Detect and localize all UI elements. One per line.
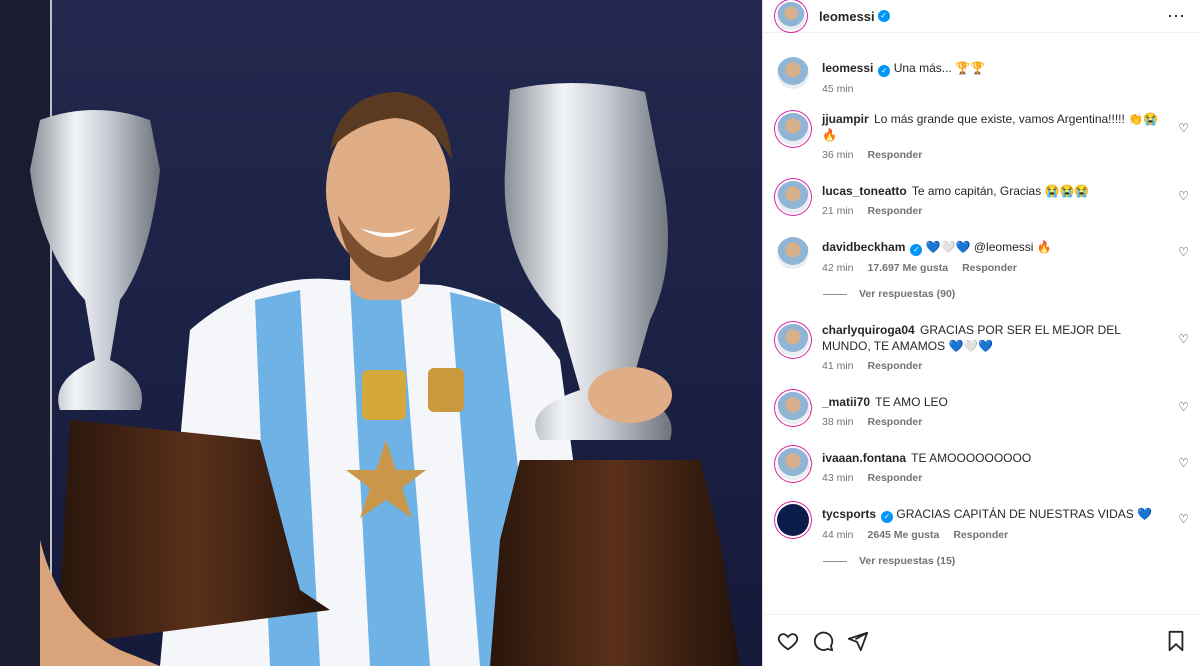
commenter-avatar[interactable] bbox=[777, 113, 809, 145]
author-username[interactable]: leomessi bbox=[819, 9, 875, 24]
post-photo[interactable] bbox=[0, 0, 762, 666]
comment-time: 41 min bbox=[822, 360, 854, 372]
comment-time: 42 min bbox=[822, 262, 854, 274]
verified-icon: ✓ bbox=[881, 511, 894, 523]
comment-time: 44 min bbox=[822, 529, 854, 541]
comment-item: davidbeckham ✓ 💙🤍💙 @leomessi 🔥 42 min 17.6… bbox=[763, 235, 1200, 274]
like-comment-icon[interactable]: ♡ bbox=[1178, 121, 1189, 135]
comment-item: charlyquiroga04 GRACIAS POR SER EL MEJOR… bbox=[763, 322, 1200, 372]
commenter-avatar[interactable] bbox=[777, 181, 809, 213]
reply-button[interactable]: Responder bbox=[868, 360, 923, 372]
verified-icon: ✓ bbox=[877, 10, 890, 22]
caption-time: 45 min bbox=[822, 83, 854, 95]
comment-item: lucas_toneatto Te amo capitán, Gracias 😭… bbox=[763, 179, 1200, 217]
like-comment-icon[interactable]: ♡ bbox=[1178, 189, 1189, 203]
comment-text: TE AMOOOOOOOOO bbox=[911, 451, 1032, 465]
comment-username[interactable]: davidbeckham bbox=[822, 240, 905, 254]
comment-username[interactable]: jjuampir bbox=[822, 112, 869, 126]
comment-text: 💙🤍💙 @leomessi 🔥 bbox=[925, 240, 1052, 254]
comment-likes[interactable]: 17.697 Me gusta bbox=[868, 262, 949, 274]
comment-username[interactable]: charlyquiroga04 bbox=[822, 323, 915, 337]
comment-time: 43 min bbox=[822, 472, 854, 484]
comment-item: jjuampir Lo más grande que existe, vamos… bbox=[763, 111, 1200, 161]
comment-item: _matii70 TE AMO LEO 38 min Responder ♡ bbox=[763, 390, 1200, 428]
caption-avatar[interactable] bbox=[777, 57, 809, 89]
photo-illustration bbox=[30, 82, 740, 666]
comment-item: tycsports ✓ GRACIAS CAPITÁN DE NUESTRAS V… bbox=[763, 502, 1200, 541]
like-comment-icon[interactable]: ♡ bbox=[1178, 456, 1189, 470]
comment-username[interactable]: lucas_toneatto bbox=[822, 184, 907, 198]
view-replies-button[interactable]: Ver respuestas (90) bbox=[823, 288, 1200, 300]
post-actions-bar bbox=[763, 614, 1200, 666]
comment-time: 21 min bbox=[822, 205, 854, 217]
comment-username[interactable]: tycsports bbox=[822, 507, 876, 521]
like-comment-icon[interactable]: ♡ bbox=[1178, 245, 1189, 259]
comment-item: ivaaan.fontana TE AMOOOOOOOOO 43 min Resp… bbox=[763, 446, 1200, 484]
verified-icon: ✓ bbox=[910, 244, 923, 256]
comment-text: GRACIAS CAPITÁN DE NUESTRAS VIDAS 💙 bbox=[896, 507, 1153, 521]
more-options-icon[interactable]: ⋯ bbox=[1167, 6, 1186, 27]
author-avatar[interactable] bbox=[777, 2, 805, 30]
caption-username[interactable]: leomessi bbox=[822, 61, 873, 75]
view-replies-label: Ver respuestas (15) bbox=[859, 555, 956, 567]
caption-text: Una más... 🏆🏆 bbox=[893, 61, 985, 75]
verified-icon: ✓ bbox=[878, 65, 891, 77]
reply-button[interactable]: Responder bbox=[868, 472, 923, 484]
commenter-avatar[interactable] bbox=[777, 504, 809, 536]
reply-button[interactable]: Responder bbox=[868, 416, 923, 428]
like-comment-icon[interactable]: ♡ bbox=[1178, 512, 1189, 526]
comment-time: 36 min bbox=[822, 149, 854, 161]
like-comment-icon[interactable]: ♡ bbox=[1178, 332, 1189, 346]
commenter-avatar[interactable] bbox=[777, 324, 809, 356]
commenter-avatar[interactable] bbox=[777, 392, 809, 424]
post-header: leomessi ✓ ⋯ bbox=[763, 0, 1200, 33]
view-replies-label: Ver respuestas (90) bbox=[859, 288, 956, 300]
comment-time: 38 min bbox=[822, 416, 854, 428]
replies-dash bbox=[823, 293, 847, 295]
post-caption: leomessi ✓ Una más... 🏆🏆 45 min bbox=[763, 55, 1200, 95]
reply-button[interactable]: Responder bbox=[962, 262, 1017, 274]
comment-username[interactable]: ivaaan.fontana bbox=[822, 451, 906, 465]
comment-username[interactable]: _matii70 bbox=[822, 395, 870, 409]
like-heart-icon[interactable] bbox=[777, 630, 799, 652]
like-comment-icon[interactable]: ♡ bbox=[1178, 400, 1189, 414]
comment-text: TE AMO LEO bbox=[875, 395, 948, 409]
commenter-avatar[interactable] bbox=[777, 237, 809, 269]
comment-likes[interactable]: 2645 Me gusta bbox=[868, 529, 940, 541]
view-replies-button[interactable]: Ver respuestas (15) bbox=[823, 555, 1200, 567]
commenter-avatar[interactable] bbox=[777, 448, 809, 480]
replies-dash bbox=[823, 560, 847, 562]
comment-text: Lo más grande que existe, vamos Argentin… bbox=[822, 112, 1159, 142]
comment-bubble-icon[interactable] bbox=[812, 630, 834, 652]
save-bookmark-icon[interactable] bbox=[1165, 630, 1187, 652]
share-paper-plane-icon[interactable] bbox=[847, 630, 869, 652]
reply-button[interactable]: Responder bbox=[868, 149, 923, 161]
comments-list[interactable]: leomessi ✓ Una más... 🏆🏆 45 min jjuampir … bbox=[763, 47, 1200, 612]
reply-button[interactable]: Responder bbox=[868, 205, 923, 217]
comment-text: Te amo capitán, Gracias 😭😭😭 bbox=[911, 184, 1090, 198]
reply-button[interactable]: Responder bbox=[953, 529, 1008, 541]
post-sidebar: leomessi ✓ ⋯ leomessi ✓ Una más... 🏆🏆 45 … bbox=[762, 0, 1200, 666]
